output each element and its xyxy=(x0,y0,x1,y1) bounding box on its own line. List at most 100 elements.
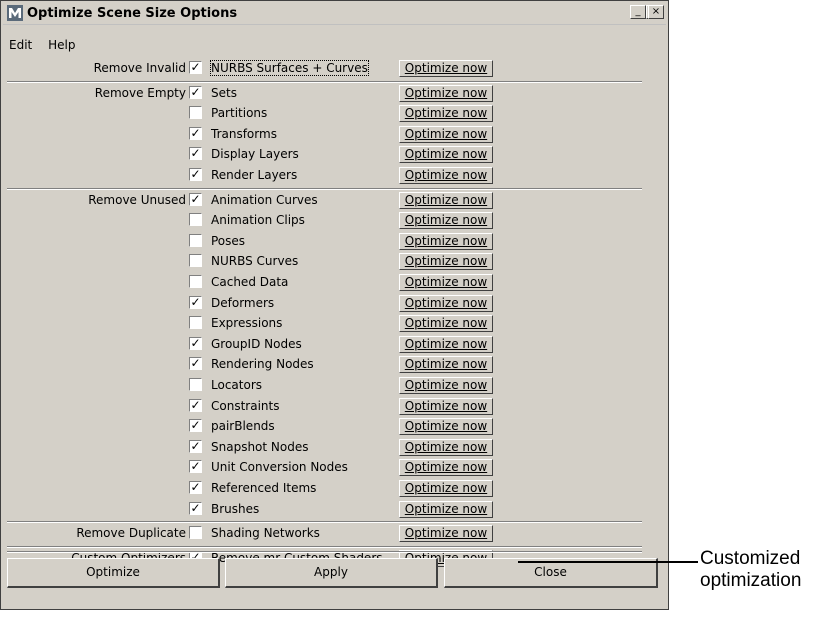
optimize-now-button[interactable]: Optimize now xyxy=(399,438,493,456)
option-checkbox[interactable] xyxy=(189,106,202,120)
option-label: Render Layers xyxy=(211,168,298,182)
optimize-now-button[interactable]: Optimize now xyxy=(399,232,493,250)
option-checkbox[interactable]: ✓ xyxy=(189,168,202,181)
option-label: Animation Curves xyxy=(211,192,318,207)
optimize-now-button[interactable]: Optimize now xyxy=(399,253,493,271)
option-label: Cached Data xyxy=(211,275,289,289)
section-divider xyxy=(7,80,642,83)
option-checkbox[interactable] xyxy=(189,275,202,288)
option-checkbox[interactable]: ✓ xyxy=(189,439,202,453)
option-row: Partitions Optimize now xyxy=(1,104,670,124)
optimize-now-button[interactable]: Optimize now xyxy=(399,377,493,394)
option-label: Shading Networks xyxy=(211,526,320,541)
option-row: ✓ Transforms Optimize now xyxy=(1,125,670,145)
option-checkbox[interactable]: ✓ xyxy=(189,126,202,140)
minimize-button[interactable]: _ xyxy=(630,5,646,19)
option-checkbox[interactable] xyxy=(189,213,202,227)
option-row: Remove Empty ✓ Sets Optimize now xyxy=(1,84,670,104)
optimize-now-button[interactable]: Optimize now xyxy=(399,125,493,143)
option-checkbox[interactable] xyxy=(189,526,202,540)
section-divider xyxy=(7,521,642,524)
option-row: Remove Unused ✓ Animation Curves Optimize n… xyxy=(1,191,670,211)
option-checkbox[interactable]: ✓ xyxy=(189,295,202,309)
optimize-now-button[interactable]: Optimize now xyxy=(399,315,493,333)
optimize-now-button[interactable]: Optimize now xyxy=(399,335,493,353)
option-label: Rendering Nodes xyxy=(211,357,314,372)
option-label: Expressions xyxy=(211,316,283,331)
option-checkbox[interactable]: ✓ xyxy=(189,460,202,474)
optimize-now-button[interactable]: Optimize now xyxy=(399,356,493,374)
option-label: Snapshot Nodes xyxy=(211,439,309,454)
title-bar[interactable]: Optimize Scene Size Options _ □ xyxy=(3,3,667,25)
callout-line xyxy=(518,561,698,563)
option-row: Remove Duplicate Shading Networks Optimize… xyxy=(1,524,670,544)
menu-edit[interactable]: Edit xyxy=(9,38,32,52)
option-row: Animation Clips Optimize now xyxy=(1,211,670,231)
option-label: Deformers xyxy=(211,295,275,310)
option-label: Sets xyxy=(211,85,237,100)
option-checkbox[interactable] xyxy=(189,316,202,330)
menu-bar: Edit Help xyxy=(9,37,87,53)
optimize-scene-size-window: Optimize Scene Size Options _ □ × Edit H… xyxy=(0,0,669,610)
optimize-now-button[interactable]: Optimize now xyxy=(399,212,493,230)
option-checkbox[interactable]: ✓ xyxy=(189,419,202,433)
option-checkbox[interactable]: ✓ xyxy=(189,501,202,515)
menu-help[interactable]: Help xyxy=(48,38,75,52)
optimize-now-button[interactable]: Optimize now xyxy=(399,146,493,164)
option-label: Transforms xyxy=(211,126,277,141)
option-row: ✓ pairBlends Optimize now xyxy=(1,417,670,437)
maya-app-icon xyxy=(7,5,23,21)
apply-button[interactable]: Apply xyxy=(225,558,438,588)
optimize-button[interactable]: Optimize xyxy=(7,558,220,588)
optimize-now-button[interactable]: Optimize now xyxy=(399,525,493,543)
option-checkbox[interactable] xyxy=(189,378,202,391)
option-label: Display Layers xyxy=(211,147,299,162)
group-label: Remove Unused xyxy=(88,192,186,207)
close-spacer xyxy=(664,5,667,19)
option-checkbox[interactable] xyxy=(189,254,202,268)
optimize-now-button[interactable]: Optimize now xyxy=(399,191,493,209)
option-row: ✓ Constraints Optimize now xyxy=(1,397,670,417)
option-label: Brushes xyxy=(211,501,260,516)
window-title: Optimize Scene Size Options xyxy=(27,6,238,21)
option-checkbox[interactable]: ✓ xyxy=(189,147,202,161)
optimize-now-button[interactable]: Optimize now xyxy=(399,397,493,415)
option-checkbox[interactable]: ✓ xyxy=(189,192,202,206)
option-checkbox[interactable]: ✓ xyxy=(189,336,202,350)
option-checkbox[interactable]: ✓ xyxy=(189,85,202,99)
option-row: ✓ Snapshot Nodes Optimize now xyxy=(1,438,670,458)
optimize-now-button[interactable]: Optimize now xyxy=(399,480,493,497)
option-row: Expressions Optimize now xyxy=(1,314,670,334)
optimize-now-button[interactable]: Optimize now xyxy=(399,459,493,477)
option-label: Animation Clips xyxy=(211,213,305,228)
optimize-now-button[interactable]: Optimize now xyxy=(399,60,493,77)
option-row: Poses Optimize now xyxy=(1,232,670,252)
close-window-button[interactable]: × xyxy=(648,5,664,19)
option-row: ✓ Deformers Optimize now xyxy=(1,294,670,314)
option-checkbox[interactable]: ✓ xyxy=(189,481,202,494)
option-checkbox[interactable]: ✓ xyxy=(189,398,202,412)
option-checkbox[interactable] xyxy=(189,233,202,247)
option-row: ✓ Unit Conversion Nodes Optimize now xyxy=(1,458,670,478)
option-row: NURBS Curves Optimize now xyxy=(1,252,670,272)
option-row: Locators Optimize now xyxy=(1,376,670,396)
optimize-now-button[interactable]: Optimize now xyxy=(399,418,493,436)
optimize-now-button[interactable]: Optimize now xyxy=(399,167,493,184)
optimize-now-button[interactable]: Optimize now xyxy=(399,105,493,123)
optimize-now-button[interactable]: Optimize now xyxy=(399,294,493,312)
option-checkbox[interactable]: ✓ xyxy=(189,61,202,74)
group-label: Remove Empty xyxy=(94,85,186,100)
section-divider xyxy=(7,545,642,548)
option-label: NURBS Surfaces + Curves xyxy=(210,60,369,76)
option-label: GroupID Nodes xyxy=(211,336,302,351)
optimize-now-button[interactable]: Optimize now xyxy=(399,84,493,102)
option-row: ✓ Display Layers Optimize now xyxy=(1,145,670,165)
option-checkbox[interactable]: ✓ xyxy=(189,357,202,371)
option-label: pairBlends xyxy=(211,419,275,434)
optimize-now-button[interactable]: Optimize now xyxy=(399,500,493,518)
option-label: Unit Conversion Nodes xyxy=(211,460,348,475)
callout-label: Customized optimization xyxy=(700,548,802,591)
optimize-now-button[interactable]: Optimize now xyxy=(399,274,493,291)
group-label: Remove Duplicate xyxy=(76,526,186,541)
option-row: ✓ Render Layers Optimize now xyxy=(1,166,670,186)
